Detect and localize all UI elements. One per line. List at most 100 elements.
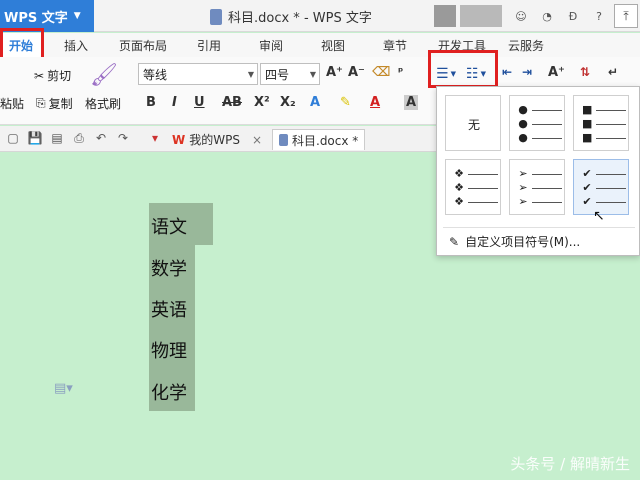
doc-line[interactable]: 英语 (151, 296, 187, 322)
paragraph-layout-icon[interactable]: ▤▾ (54, 381, 73, 396)
char-shading-icon[interactable]: A (404, 95, 419, 110)
arrow-bullet-icon: ➢ (518, 181, 528, 194)
highlight-icon[interactable]: ✎ (340, 95, 351, 110)
strikethrough-icon[interactable]: AB (222, 95, 242, 110)
change-case-icon[interactable]: A⁺ (548, 65, 565, 80)
doc-tab-file[interactable]: 科目.docx * (272, 129, 366, 150)
export-pdf-icon[interactable]: ▤ (50, 131, 64, 145)
bullet-option-diamond[interactable]: ❖ ❖ ❖ (445, 159, 501, 215)
title-bar: WPS 文字 ▼ 科目.docx * - WPS 文字 ☺ ◔ Ð ? ⤒ (0, 0, 640, 32)
bullet-option-arrow[interactable]: ➢ ➢ ➢ (509, 159, 565, 215)
cut-label: 剪切 (47, 69, 72, 83)
document-icon (279, 134, 288, 146)
square-bullet-icon: ■ (582, 117, 593, 130)
tab-view[interactable]: 视图 (321, 37, 345, 54)
title-right-controls: ☺ ◔ Ð ? ⤒ (434, 0, 640, 32)
bullet-option-none[interactable]: 无 (445, 95, 501, 151)
text-effect-icon[interactable]: A (310, 95, 320, 110)
doc-tab-my-wps[interactable]: W 我的WPS × (172, 129, 262, 150)
bullet-option-check[interactable]: ✔ ✔ ✔ (573, 159, 629, 215)
sort-icon[interactable]: ⇅ (580, 65, 590, 79)
custom-bullet-menu-item[interactable]: ✎ 自定义项目符号(M)... (449, 233, 580, 250)
pencil-icon: ✎ (449, 234, 460, 249)
divider (443, 227, 635, 228)
bullet-style-dropdown: 无 ● ● ● ■ ■ ■ ❖ ❖ ❖ ➢ ➢ ➢ ✔ ✔ ✔ ✎ 自定义项目符… (436, 86, 640, 256)
bullet-option-dot[interactable]: ● ● ● (509, 95, 565, 151)
phonetic-guide-icon[interactable]: ᵖ (398, 65, 403, 78)
sync-icon[interactable]: ◔ (536, 5, 558, 27)
more-icon[interactable]: ▾ (148, 131, 162, 145)
restore-window-icon[interactable]: ⤒ (614, 4, 638, 28)
dot-bullet-icon: ● (518, 131, 528, 144)
chevron-down-icon: ▼ (247, 69, 254, 79)
subscript-icon[interactable]: X₂ (280, 95, 296, 110)
watermark: 头条号 / 解晴新生 (510, 455, 630, 473)
pin-icon[interactable]: Ð (562, 5, 584, 27)
wps-logo-icon: W (172, 132, 186, 147)
arrow-bullet-icon: ➢ (518, 195, 528, 208)
font-color-icon[interactable]: A (370, 95, 380, 110)
superscript-icon[interactable]: X² (254, 95, 270, 110)
font-size-select[interactable]: 四号 ▼ (260, 63, 320, 85)
bullet-none-label: 无 (467, 118, 480, 132)
bullet-option-square[interactable]: ■ ■ ■ (573, 95, 629, 151)
chevron-down-icon: ▼ (73, 11, 81, 21)
doc-line[interactable]: 化学 (151, 379, 187, 405)
avatar[interactable] (434, 5, 456, 27)
new-doc-icon[interactable]: ▢ (6, 131, 20, 145)
doc-tab-my-wps-label: 我的WPS (189, 133, 240, 147)
shrink-font-icon[interactable]: A⁻ (348, 65, 365, 80)
doc-line[interactable]: 数学 (151, 255, 187, 281)
italic-icon[interactable]: I (172, 95, 177, 110)
clear-format-icon[interactable]: ⌫ (372, 65, 390, 80)
diamond-bullet-icon: ❖ (454, 181, 464, 194)
scissors-icon: ✂ (34, 68, 45, 83)
close-icon[interactable]: × (252, 133, 262, 147)
tab-review[interactable]: 审阅 (259, 37, 283, 54)
doc-line[interactable]: 物理 (151, 337, 187, 363)
decrease-indent-icon[interactable]: ⇤ (502, 65, 512, 79)
mouse-cursor-icon: ↖ (593, 208, 605, 224)
window-title: 科目.docx * - WPS 文字 (228, 11, 372, 26)
copy-button[interactable]: ⎘ 复制 (36, 95, 73, 112)
tab-page-layout[interactable]: 页面布局 (119, 37, 167, 54)
wps-menu-label: WPS 文字 (4, 10, 68, 26)
copy-label: 复制 (48, 97, 73, 111)
paste-label: 粘贴 (0, 97, 25, 111)
format-painter-brush-icon[interactable]: 🖌 (90, 63, 118, 88)
redo-icon[interactable]: ↷ (116, 131, 130, 145)
format-painter-button[interactable]: 格式刷 (85, 95, 121, 112)
grow-font-icon[interactable]: A⁺ (326, 65, 343, 80)
custom-bullet-label: 自定义项目符号(M)... (465, 235, 581, 249)
underline-icon[interactable]: U (194, 95, 205, 110)
callout-list-buttons (428, 50, 498, 88)
copy-icon: ⎘ (36, 96, 46, 110)
check-bullet-icon: ✔ (582, 167, 592, 180)
save-icon[interactable]: 💾 (28, 131, 43, 145)
format-painter-label: 格式刷 (85, 97, 122, 111)
window-title-area: 科目.docx * - WPS 文字 (210, 7, 372, 26)
font-name-select[interactable]: 等线 ▼ (138, 63, 258, 85)
paste-button[interactable]: 粘贴 (0, 95, 24, 112)
doc-line[interactable]: 语文 (151, 213, 187, 239)
skin-icon[interactable]: ☺ (510, 5, 532, 27)
show-marks-icon[interactable]: ↵ (608, 65, 618, 79)
doc-tab-file-label: 科目.docx * (292, 133, 359, 148)
increase-indent-icon[interactable]: ⇥ (522, 65, 532, 79)
cut-button[interactable]: ✂ 剪切 (34, 67, 71, 84)
tab-insert[interactable]: 插入 (64, 37, 88, 54)
tab-chapter[interactable]: 章节 (383, 37, 407, 54)
tab-cloud[interactable]: 云服务 (508, 37, 544, 54)
help-icon[interactable]: ? (588, 5, 610, 27)
tab-references[interactable]: 引用 (197, 37, 221, 54)
print-icon[interactable]: ⎙ (72, 131, 86, 145)
check-bullet-icon: ✔ (582, 181, 592, 194)
bold-icon[interactable]: B (146, 95, 156, 110)
check-bullet-icon: ✔ (582, 195, 592, 208)
dot-bullet-icon: ● (518, 103, 528, 116)
username-placeholder[interactable] (460, 5, 502, 27)
square-bullet-icon: ■ (582, 103, 593, 116)
chevron-down-icon: ▼ (309, 69, 316, 79)
undo-icon[interactable]: ↶ (94, 131, 108, 145)
arrow-bullet-icon: ➢ (518, 167, 528, 180)
